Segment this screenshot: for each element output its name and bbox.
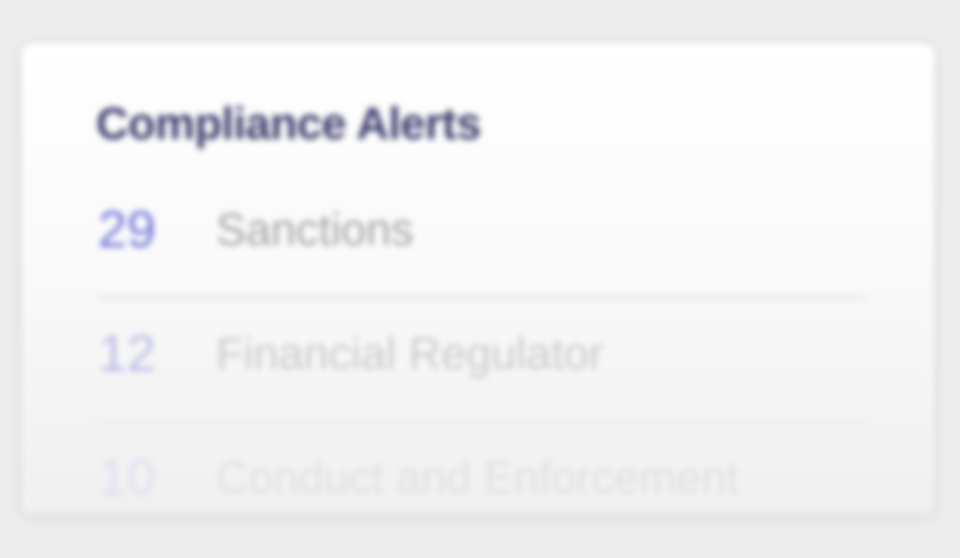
screen: Compliance Alerts 29 Sanctions 12 Financ… [0, 0, 960, 558]
card-title: Compliance Alerts [96, 98, 481, 149]
alert-count: 29 [98, 201, 156, 259]
alert-count: 12 [98, 325, 156, 383]
alert-row-conduct-and-enforcement[interactable]: 10 Conduct and Enforcement [96, 446, 866, 514]
row-divider [98, 420, 866, 423]
alert-label: Sanctions [216, 204, 414, 255]
alert-label: Financial Regulator [216, 328, 604, 379]
alert-row-financial-regulator[interactable]: 12 Financial Regulator [96, 322, 866, 432]
compliance-alerts-card: Compliance Alerts 29 Sanctions 12 Financ… [22, 44, 934, 514]
alert-count: 10 [98, 449, 156, 507]
alert-row-sanctions[interactable]: 29 Sanctions [96, 198, 866, 308]
alert-label: Conduct and Enforcement [216, 452, 739, 503]
row-divider [98, 296, 866, 299]
